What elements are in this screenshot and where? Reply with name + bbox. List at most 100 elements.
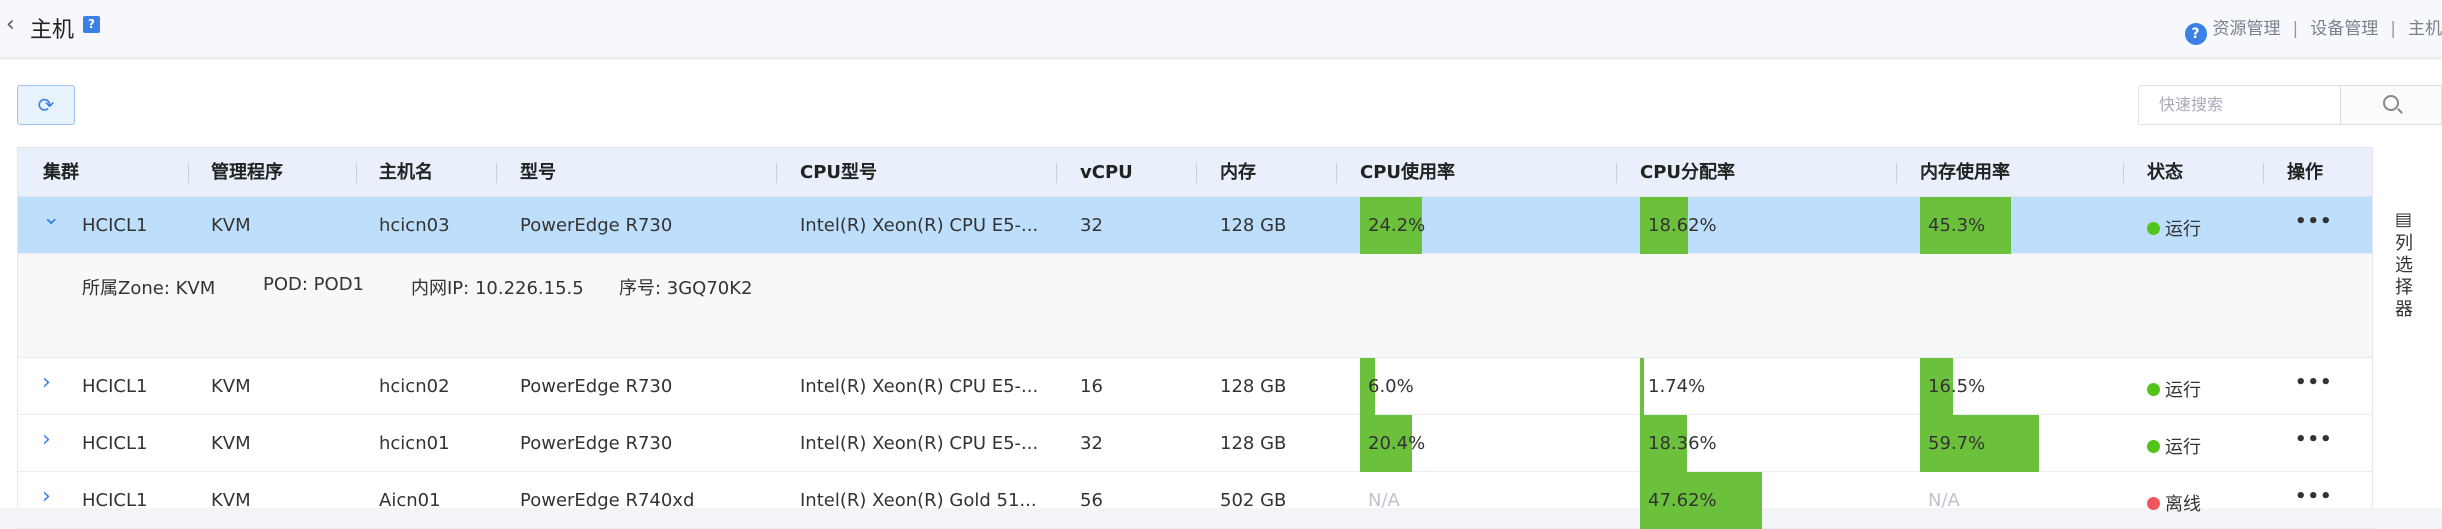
usage-value: 18.36% xyxy=(1648,432,1717,454)
table-row[interactable]: ⌄ HCICL1 KVM hcicn03 PowerEdge R730 Intel(R) … xyxy=(18,197,2373,254)
page-title: 主机 xyxy=(30,18,75,43)
more-actions-icon[interactable]: ••• xyxy=(2295,486,2333,507)
status-dot-icon xyxy=(2147,221,2160,235)
usage-value: 47.62% xyxy=(1648,489,1717,511)
chevron-right-icon[interactable]: › xyxy=(42,370,51,395)
columns-icon: ▤ xyxy=(2395,209,2413,230)
usage-value: 6.0% xyxy=(1368,375,1414,397)
col-hostname[interactable]: 主机名 xyxy=(379,148,433,198)
usage-value: 45.3% xyxy=(1928,214,1986,236)
cell-cluster: HCICL1 xyxy=(82,214,148,236)
column-chooser-label: 列选择器 xyxy=(2395,233,2413,320)
cell-hostname: hcicn01 xyxy=(379,432,450,454)
cell-model: PowerEdge R730 xyxy=(520,375,673,397)
cell-model: PowerEdge R730 xyxy=(520,432,673,454)
status-badge: 运行 xyxy=(2147,376,2201,402)
col-divider xyxy=(1056,163,1057,183)
table-row[interactable]: › HCICL1 KVM hcicn01 PowerEdge R730 Intel(R) … xyxy=(18,415,2373,472)
cell-hypervisor: KVM xyxy=(211,489,251,511)
usage-value: 16.5% xyxy=(1928,375,1986,397)
col-cpu-usage[interactable]: CPU使用率 xyxy=(1360,148,1455,198)
cell-cpu-model: Intel(R) Xeon(R) CPU E5-... xyxy=(800,432,1039,454)
status-badge: 离线 xyxy=(2147,490,2201,516)
cell-memory: 128 GB xyxy=(1220,214,1287,236)
cell-memory: 128 GB xyxy=(1220,432,1287,454)
cell-hypervisor: KVM xyxy=(211,375,251,397)
status-label: 运行 xyxy=(2165,436,2201,458)
col-divider xyxy=(1616,163,1617,183)
detail-ip: 内网IP: 10.226.15.5 xyxy=(411,278,584,299)
cell-hypervisor: KVM xyxy=(211,214,251,236)
refresh-button[interactable]: ⟳ xyxy=(17,85,75,125)
cell-hostname: hcicn02 xyxy=(379,375,450,397)
cell-vcpu: 32 xyxy=(1080,214,1103,236)
col-divider xyxy=(188,163,189,183)
col-divider xyxy=(1896,163,1897,183)
usage-value: 20.4% xyxy=(1368,432,1426,454)
breadcrumb-item-resource[interactable]: 资源管理 xyxy=(2213,19,2281,39)
top-bar: ‹ 主机 ? ? 资源管理 | 设备管理 | 主机 xyxy=(0,0,2442,58)
question-icon[interactable]: ? xyxy=(2184,23,2207,45)
more-actions-icon[interactable]: ••• xyxy=(2295,429,2333,450)
cell-vcpu: 16 xyxy=(1080,375,1103,397)
table-header: 集群 管理程序 主机名 型号 CPU型号 vCPU 内存 CPU使用率 CPU分… xyxy=(18,147,2373,197)
status-dot-icon xyxy=(2147,382,2160,396)
table-row[interactable]: › HCICL1 KVM hcicn02 PowerEdge R730 Intel(R) … xyxy=(18,358,2373,415)
status-badge: 运行 xyxy=(2147,215,2201,241)
breadcrumb: ? 资源管理 | 设备管理 | 主机 xyxy=(2184,14,2442,45)
detail-pod: POD: POD1 xyxy=(263,274,365,295)
search-icon xyxy=(2383,95,2399,111)
back-chevron-icon[interactable]: ‹ xyxy=(6,12,15,37)
col-hypervisor[interactable]: 管理程序 xyxy=(211,148,283,198)
usage-value: N/A xyxy=(1928,489,1960,511)
host-table: 集群 管理程序 主机名 型号 CPU型号 vCPU 内存 CPU使用率 CPU分… xyxy=(17,147,2373,529)
refresh-icon: ⟳ xyxy=(37,93,55,117)
breadcrumb-item-device[interactable]: 设备管理 xyxy=(2310,19,2378,39)
cell-model: PowerEdge R740xd xyxy=(520,489,695,511)
row-detail: 所属Zone: KVM POD: POD1 内网IP: 10.226.15.5 序号:… xyxy=(18,254,2373,358)
cell-cpu-model: Intel(R) Xeon(R) CPU E5-... xyxy=(800,375,1039,397)
chevron-right-icon[interactable]: › xyxy=(42,427,51,452)
col-divider xyxy=(356,163,357,183)
breadcrumb-separator: | xyxy=(2390,19,2396,39)
column-chooser-tab[interactable]: ▤ 列选择器 xyxy=(2372,147,2442,508)
more-actions-icon[interactable]: ••• xyxy=(2295,372,2333,393)
detail-zone: 所属Zone: KVM xyxy=(82,278,216,299)
chevron-down-icon[interactable]: ⌄ xyxy=(42,205,60,230)
col-divider xyxy=(1336,163,1337,183)
usage-value: 1.74% xyxy=(1648,375,1706,397)
status-label: 运行 xyxy=(2165,218,2201,240)
usage-value: 59.7% xyxy=(1928,432,1986,454)
col-cpu-model[interactable]: CPU型号 xyxy=(800,148,877,198)
col-divider xyxy=(1196,163,1197,183)
table-row[interactable]: › HCICL1 KVM Aicn01 PowerEdge R740xd Intel(R)… xyxy=(18,472,2373,529)
detail-serial: 序号: 3GQ70K2 xyxy=(619,278,753,299)
col-memory[interactable]: 内存 xyxy=(1220,148,1256,198)
status-label: 运行 xyxy=(2165,379,2201,401)
col-status[interactable]: 状态 xyxy=(2147,148,2183,198)
more-actions-icon[interactable]: ••• xyxy=(2295,211,2333,232)
help-icon[interactable]: ? xyxy=(83,16,100,33)
cell-cluster: HCICL1 xyxy=(82,432,148,454)
col-actions: 操作 xyxy=(2287,162,2323,183)
col-cluster[interactable]: 集群 xyxy=(43,148,79,198)
cell-cluster: HCICL1 xyxy=(82,489,148,511)
usage-value: N/A xyxy=(1368,489,1400,511)
cell-cpu-model: Intel(R) Xeon(R) Gold 51... xyxy=(800,489,1037,511)
cell-cpu-model: Intel(R) Xeon(R) CPU E5-... xyxy=(800,214,1039,236)
chevron-right-icon[interactable]: › xyxy=(42,484,51,509)
col-cpu-alloc[interactable]: CPU分配率 xyxy=(1640,148,1735,198)
usage-bar xyxy=(1640,358,1645,415)
cell-hostname: Aicn01 xyxy=(379,489,441,511)
search-input[interactable]: 快速搜索 xyxy=(2138,85,2372,125)
col-divider xyxy=(776,163,777,183)
col-model[interactable]: 型号 xyxy=(520,148,556,198)
usage-value: 18.62% xyxy=(1648,214,1717,236)
cell-memory: 128 GB xyxy=(1220,375,1287,397)
cell-vcpu: 56 xyxy=(1080,489,1103,511)
col-mem-usage[interactable]: 内存使用率 xyxy=(1920,148,2010,198)
status-label: 离线 xyxy=(2165,493,2201,515)
col-vcpu[interactable]: vCPU xyxy=(1080,148,1133,198)
col-divider xyxy=(2123,163,2124,183)
search-button[interactable] xyxy=(2340,85,2442,125)
